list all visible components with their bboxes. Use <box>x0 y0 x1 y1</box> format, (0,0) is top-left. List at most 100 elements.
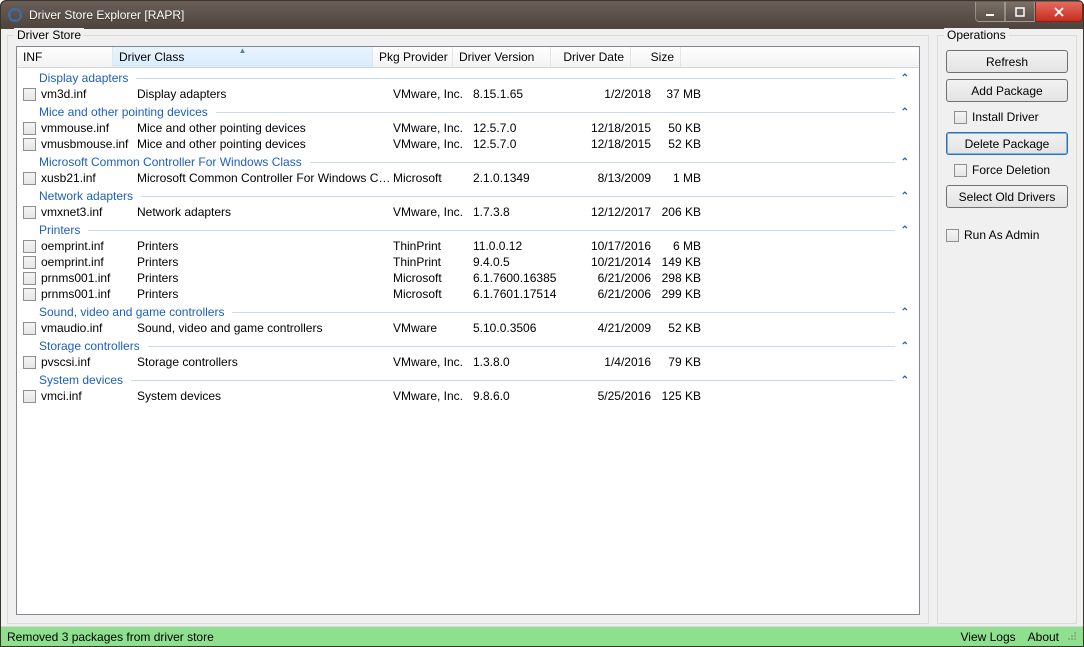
cell-class: Mice and other pointing devices <box>137 121 393 135</box>
cell-provider: Microsoft <box>393 171 473 185</box>
cell-date: 1/2/2018 <box>571 87 651 101</box>
refresh-button[interactable]: Refresh <box>946 50 1068 73</box>
driver-row[interactable]: vm3d.infDisplay adaptersVMware, Inc.8.15… <box>17 86 919 102</box>
row-checkbox[interactable] <box>23 122 36 135</box>
maximize-button[interactable] <box>1005 2 1035 22</box>
cell-version: 5.10.0.3506 <box>473 321 571 335</box>
cell-version: 11.0.0.12 <box>473 239 571 253</box>
title-bar[interactable]: Driver Store Explorer [RAPR] <box>1 1 1083 29</box>
row-checkbox[interactable] <box>23 356 36 369</box>
column-headers: INF ▲ Driver Class Pkg Provider Driver V… <box>17 47 919 68</box>
cell-provider: VMware, Inc. <box>393 137 473 151</box>
cell-size: 37 MB <box>651 87 701 101</box>
cell-inf: xusb21.inf <box>41 171 137 185</box>
cell-provider: VMware, Inc. <box>393 87 473 101</box>
col-driver-version[interactable]: Driver Version <box>453 47 551 67</box>
col-size[interactable]: Size <box>631 47 681 67</box>
cell-inf: vmaudio.inf <box>41 321 137 335</box>
row-checkbox[interactable] <box>23 88 36 101</box>
cell-size: 125 KB <box>651 389 701 403</box>
driver-row[interactable]: vmaudio.infSound, video and game control… <box>17 320 919 336</box>
cell-version: 6.1.7600.16385 <box>473 271 571 285</box>
close-button[interactable] <box>1035 2 1083 22</box>
cell-class: System devices <box>137 389 393 403</box>
driver-row[interactable]: xusb21.infMicrosoft Common Controller Fo… <box>17 170 919 186</box>
group-divider <box>141 196 895 197</box>
group-header[interactable]: System devices⌃ <box>17 370 919 388</box>
row-checkbox[interactable] <box>23 390 36 403</box>
cell-size: 298 KB <box>651 271 701 285</box>
group-name: Storage controllers <box>39 339 140 353</box>
cell-provider: VMware, Inc. <box>393 355 473 369</box>
cell-version: 12.5.7.0 <box>473 121 571 135</box>
driver-row[interactable]: vmusbmouse.infMice and other pointing de… <box>17 136 919 152</box>
chevron-up-icon: ⌃ <box>901 73 913 84</box>
driver-listview[interactable]: INF ▲ Driver Class Pkg Provider Driver V… <box>16 46 920 615</box>
force-deletion-checkbox[interactable]: Force Deletion <box>946 161 1068 179</box>
operations-panel: Operations Refresh Add Package Install D… <box>937 35 1077 624</box>
status-bar: Removed 3 packages from driver store Vie… <box>1 626 1083 646</box>
col-inf[interactable]: INF <box>17 47 113 67</box>
cell-class: Display adapters <box>137 87 393 101</box>
group-header[interactable]: Display adapters⌃ <box>17 68 919 86</box>
row-checkbox[interactable] <box>23 206 36 219</box>
group-header[interactable]: Printers⌃ <box>17 220 919 238</box>
driver-row[interactable]: vmmouse.infMice and other pointing devic… <box>17 120 919 136</box>
cell-inf: vm3d.inf <box>41 87 137 101</box>
group-name: Network adapters <box>39 189 133 203</box>
driver-row[interactable]: prnms001.infPrintersMicrosoft6.1.7601.17… <box>17 286 919 302</box>
row-checkbox[interactable] <box>23 272 36 285</box>
run-as-admin-checkbox[interactable]: Run As Admin <box>946 226 1068 244</box>
row-checkbox[interactable] <box>23 322 36 335</box>
cell-size: 79 KB <box>651 355 701 369</box>
cell-date: 4/21/2009 <box>571 321 651 335</box>
cell-provider: VMware, Inc. <box>393 389 473 403</box>
group-header[interactable]: Mice and other pointing devices⌃ <box>17 102 919 120</box>
minimize-button[interactable] <box>975 2 1005 22</box>
driver-row[interactable]: vmxnet3.infNetwork adaptersVMware, Inc.1… <box>17 204 919 220</box>
cell-version: 8.15.1.65 <box>473 87 571 101</box>
cell-date: 12/18/2015 <box>571 121 651 135</box>
chevron-up-icon: ⌃ <box>901 157 913 168</box>
row-checkbox[interactable] <box>23 138 36 151</box>
row-checkbox[interactable] <box>23 256 36 269</box>
chevron-up-icon: ⌃ <box>901 307 913 318</box>
cell-inf: prnms001.inf <box>41 287 137 301</box>
chevron-up-icon: ⌃ <box>901 375 913 386</box>
cell-inf: oemprint.inf <box>41 255 137 269</box>
view-logs-link[interactable]: View Logs <box>954 630 1021 644</box>
driver-row[interactable]: prnms001.infPrintersMicrosoft6.1.7600.16… <box>17 270 919 286</box>
row-checkbox[interactable] <box>23 288 36 301</box>
select-old-drivers-button[interactable]: Select Old Drivers <box>946 185 1068 208</box>
add-package-button[interactable]: Add Package <box>946 79 1068 102</box>
col-driver-date[interactable]: Driver Date <box>551 47 631 67</box>
group-divider <box>216 112 895 113</box>
cell-date: 12/12/2017 <box>571 205 651 219</box>
about-link[interactable]: About <box>1022 630 1065 644</box>
group-header[interactable]: Network adapters⌃ <box>17 186 919 204</box>
cell-inf: vmci.inf <box>41 389 137 403</box>
col-driver-class[interactable]: ▲ Driver Class <box>113 47 373 67</box>
row-checkbox[interactable] <box>23 172 36 185</box>
cell-size: 299 KB <box>651 287 701 301</box>
driver-row[interactable]: oemprint.infPrintersThinPrint9.4.0.510/2… <box>17 254 919 270</box>
resize-grip-icon[interactable] <box>1065 631 1079 643</box>
delete-package-button[interactable]: Delete Package <box>946 132 1068 155</box>
group-name: Microsoft Common Controller For Windows … <box>39 155 302 169</box>
row-checkbox[interactable] <box>23 240 36 253</box>
group-divider <box>136 78 894 79</box>
driver-row[interactable]: oemprint.infPrintersThinPrint11.0.0.1210… <box>17 238 919 254</box>
cell-date: 1/4/2016 <box>571 355 651 369</box>
cell-class: Printers <box>137 271 393 285</box>
driver-row[interactable]: vmci.infSystem devicesVMware, Inc.9.8.6.… <box>17 388 919 404</box>
cell-size: 149 KB <box>651 255 701 269</box>
driver-row[interactable]: pvscsi.infStorage controllersVMware, Inc… <box>17 354 919 370</box>
install-driver-checkbox[interactable]: Install Driver <box>946 108 1068 126</box>
cell-version: 9.4.0.5 <box>473 255 571 269</box>
col-pkg-provider[interactable]: Pkg Provider <box>373 47 453 67</box>
cell-date: 10/21/2014 <box>571 255 651 269</box>
group-header[interactable]: Sound, video and game controllers⌃ <box>17 302 919 320</box>
cell-size: 52 KB <box>651 137 701 151</box>
group-header[interactable]: Storage controllers⌃ <box>17 336 919 354</box>
group-header[interactable]: Microsoft Common Controller For Windows … <box>17 152 919 170</box>
